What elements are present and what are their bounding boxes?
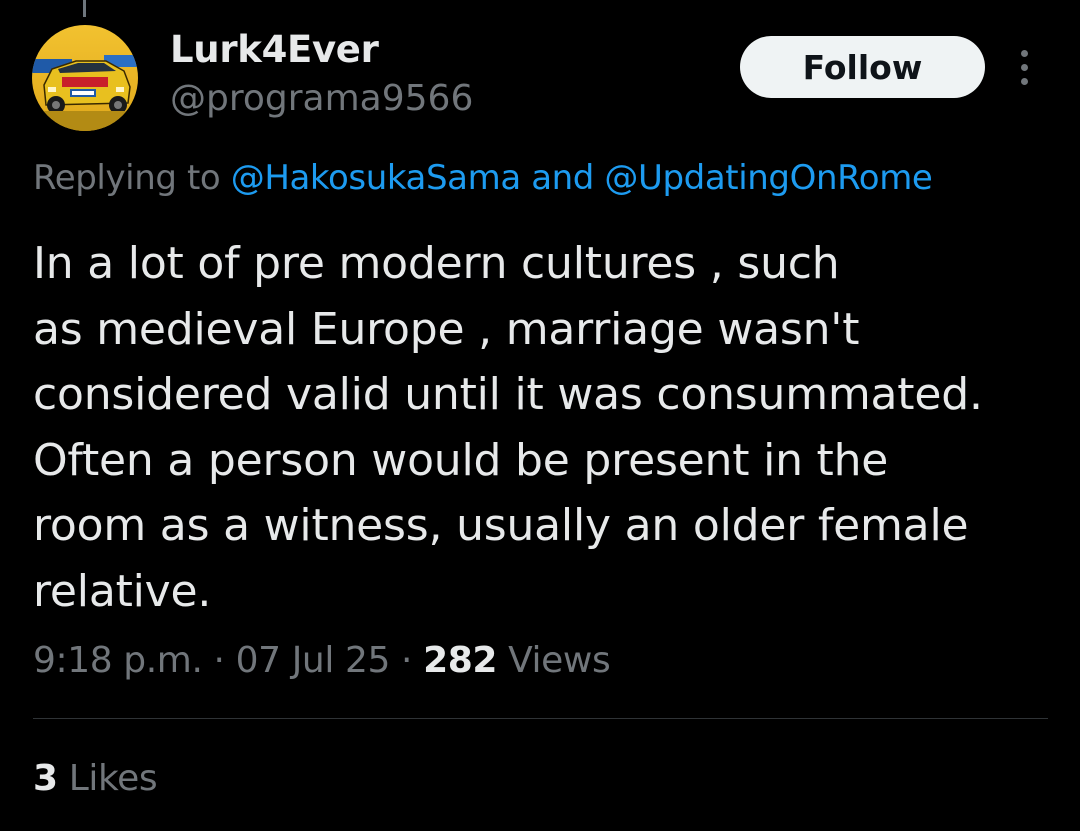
- tweet-text: In a lot of pre modern cultures , such a…: [33, 231, 1063, 624]
- meta-separator: ·: [213, 640, 225, 681]
- views-count: 282: [423, 640, 498, 681]
- replying-to-label: Replying to: [33, 158, 221, 198]
- tweet-text-line: relative.: [33, 565, 212, 617]
- meta-separator: ·: [401, 640, 413, 681]
- more-dot: [1021, 64, 1028, 71]
- likes-label: Likes: [68, 758, 158, 799]
- more-dot: [1021, 50, 1028, 57]
- tweet-time[interactable]: 9:18 p.m.: [33, 640, 203, 681]
- thread-connector-line: [83, 0, 86, 17]
- author-handle[interactable]: @programa9566: [170, 78, 473, 119]
- follow-button[interactable]: Follow: [740, 36, 985, 98]
- tweet-text-line: In a lot of pre modern cultures , such: [33, 238, 840, 289]
- replying-to-line: Replying to @HakosukaSama and @UpdatingO…: [33, 158, 933, 198]
- more-dot: [1021, 78, 1028, 85]
- more-vertical-icon[interactable]: [1012, 50, 1038, 86]
- author-display-name[interactable]: Lurk4Ever: [170, 28, 379, 71]
- views-label: Views: [508, 640, 611, 681]
- tweet-meta: 9:18 p.m. · 07 Jul 25 · 282 Views: [33, 640, 611, 681]
- tweet-text-line: Often a person would be present in the: [33, 434, 889, 486]
- avatar[interactable]: [32, 25, 138, 131]
- tweet-text-line: as medieval Europe , marriage wasn't: [33, 303, 860, 355]
- tweet-text-line: considered valid until it was consummate…: [33, 369, 983, 420]
- rally-car-avatar-icon: [32, 25, 138, 131]
- tweet-date[interactable]: 07 Jul 25: [236, 640, 391, 681]
- likes-summary[interactable]: 3 Likes: [33, 758, 158, 799]
- mention-conjunction: and: [531, 158, 594, 198]
- likes-count: 3: [33, 758, 58, 799]
- tweet-text-line: room as a witness, usually an older fema…: [33, 500, 969, 551]
- mention-link-2[interactable]: @UpdatingOnRome: [604, 158, 932, 198]
- mention-link-1[interactable]: @HakosukaSama: [231, 158, 521, 198]
- divider: [33, 718, 1048, 719]
